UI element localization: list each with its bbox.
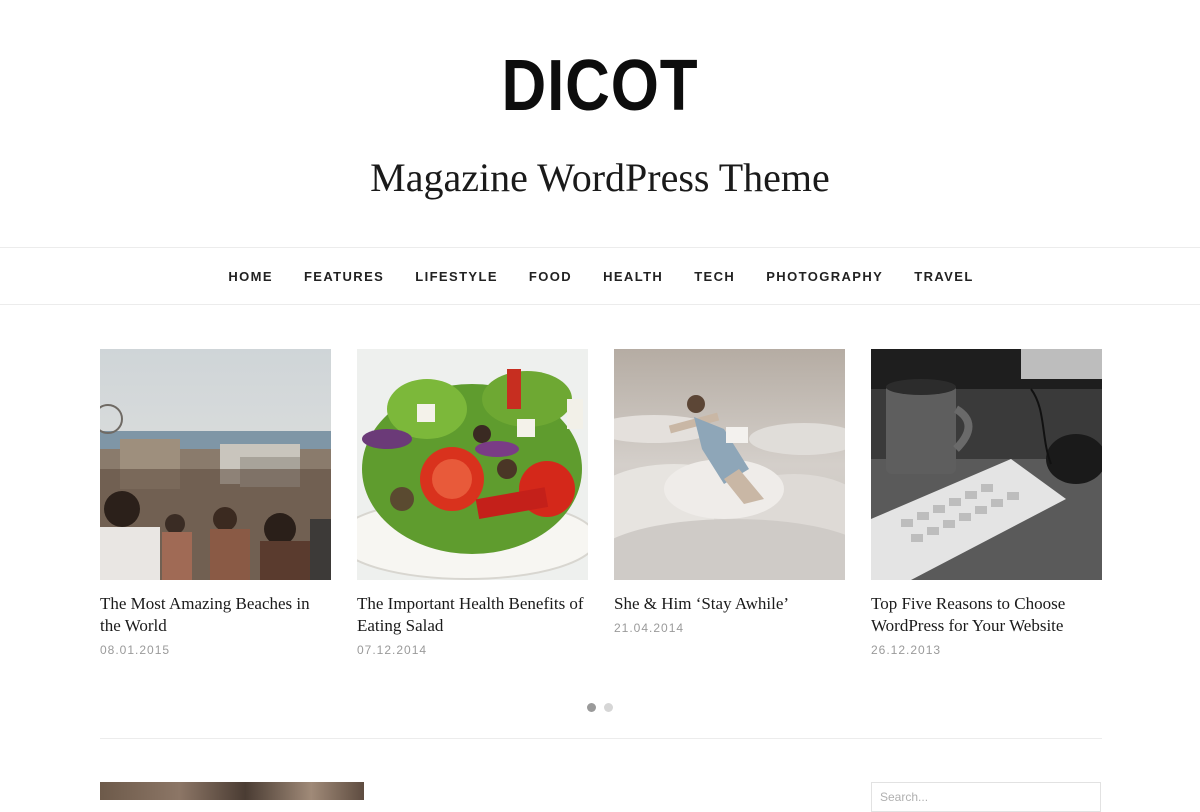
- site-logo[interactable]: DICOT: [84, 44, 1116, 128]
- keyboard-image: [871, 349, 1102, 580]
- post-card: The Important Health Benefits of Eating …: [357, 349, 588, 657]
- post-date: 07.12.2014: [357, 643, 428, 657]
- post-title[interactable]: The Most Amazing Beaches in the World: [100, 593, 331, 637]
- post-thumbnail-beach[interactable]: [100, 349, 331, 580]
- nav-item-tech[interactable]: TECH: [694, 269, 735, 284]
- beach-image: [100, 349, 331, 580]
- nav-item-travel[interactable]: TRAVEL: [914, 269, 973, 284]
- featured-posts-slider: The Most Amazing Beaches in the World 08…: [100, 349, 1102, 669]
- post-card: The Most Amazing Beaches in the World 08…: [100, 349, 331, 657]
- clouds-image: [614, 349, 845, 580]
- salad-image: [357, 349, 588, 580]
- post-card: She & Him ‘Stay Awhile’ 21.04.2014: [614, 349, 845, 635]
- post-card: Top Five Reasons to Choose WordPress for…: [871, 349, 1102, 657]
- slider-pagination: [587, 703, 613, 712]
- post-date: 08.01.2015: [100, 643, 171, 657]
- post-thumbnail-clouds[interactable]: [614, 349, 845, 580]
- post-thumbnail-salad[interactable]: [357, 349, 588, 580]
- nav-item-features[interactable]: FEATURES: [304, 269, 384, 284]
- nav-item-health[interactable]: HEALTH: [603, 269, 663, 284]
- post-date: 21.04.2014: [614, 621, 685, 635]
- nav-item-photography[interactable]: PHOTOGRAPHY: [766, 269, 883, 284]
- slider-dot-1[interactable]: [587, 703, 596, 712]
- post-thumbnail-keyboard[interactable]: [871, 349, 1102, 580]
- site-header: DICOT Magazine WordPress Theme: [0, 0, 1200, 248]
- nav-item-lifestyle[interactable]: LIFESTYLE: [415, 269, 498, 284]
- slider-dot-2[interactable]: [604, 703, 613, 712]
- site-tagline: Magazine WordPress Theme: [370, 155, 830, 200]
- nav-item-home[interactable]: HOME: [228, 269, 273, 284]
- latest-post-thumbnail[interactable]: [100, 782, 364, 800]
- post-title[interactable]: Top Five Reasons to Choose WordPress for…: [871, 593, 1102, 637]
- post-title[interactable]: She & Him ‘Stay Awhile’: [614, 593, 845, 615]
- nav-item-food[interactable]: FOOD: [529, 269, 572, 284]
- section-divider: [100, 738, 1102, 739]
- main-nav: HOME FEATURES LIFESTYLE FOOD HEALTH TECH…: [0, 247, 1200, 305]
- post-title[interactable]: The Important Health Benefits of Eating …: [357, 593, 588, 637]
- search-input[interactable]: [871, 782, 1101, 812]
- post-date: 26.12.2013: [871, 643, 942, 657]
